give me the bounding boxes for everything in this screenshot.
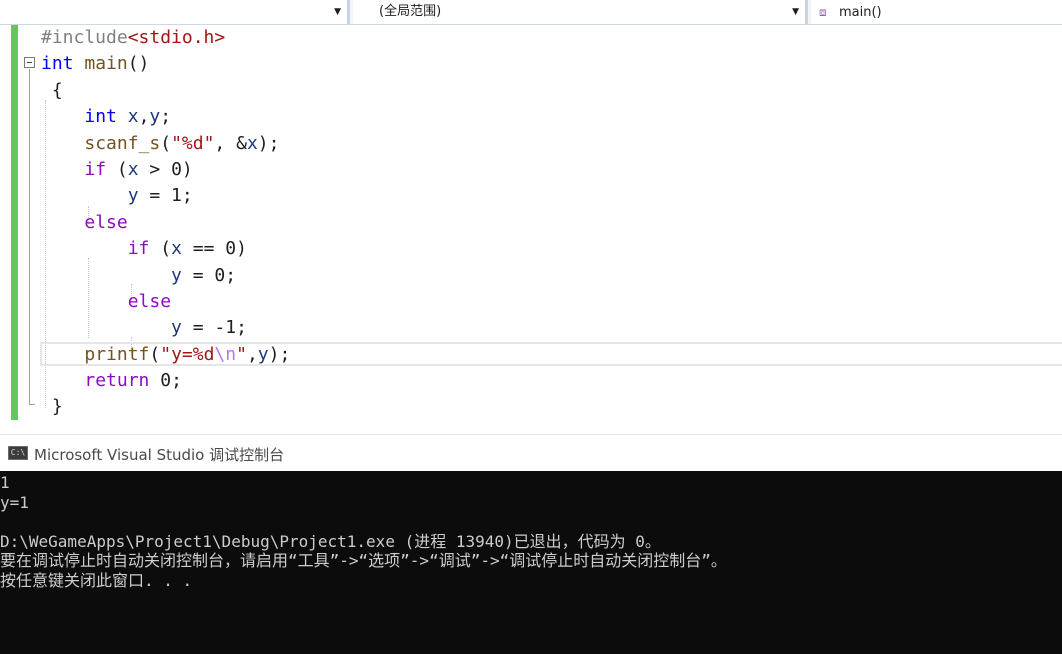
console-output-area[interactable]: 1 y=1 D:\WeGameApps\Project1\Debug\Project… (0, 471, 1062, 654)
code-token: int (84, 106, 117, 128)
code-line[interactable]: printf("y=%d\n",y); (41, 342, 290, 368)
code-token: = 1; (138, 185, 193, 207)
code-token: == 0) (181, 238, 247, 260)
outline-line (29, 69, 30, 405)
code-token: int (41, 53, 74, 75)
chevron-down-icon[interactable]: ▼ (334, 0, 341, 24)
code-token: scanf_s (84, 132, 161, 154)
code-token: #include (41, 27, 128, 48)
console-output: 1 y=1 D:\WeGameApps\Project1\Debug\Project… (0, 473, 727, 590)
code-token: ( (149, 343, 161, 365)
code-token: x (127, 106, 139, 128)
code-token: return (84, 370, 150, 392)
console-title: Microsoft Visual Studio 调试控制台 (34, 446, 285, 464)
code-token: x (127, 158, 139, 180)
member-dropdown-label: main() (839, 5, 882, 20)
code-token: = 0; (181, 264, 237, 286)
code-line[interactable]: else (41, 289, 290, 315)
outline-line-end (29, 404, 35, 405)
code-token: ; (160, 106, 172, 128)
code-token: main (84, 53, 128, 75)
code-token: y (257, 343, 269, 365)
code-line[interactable]: y = 0; (41, 263, 290, 289)
code-line[interactable]: y = -1; (41, 315, 290, 341)
code-line[interactable]: scanf_s("%d", &x); (41, 131, 290, 157)
code-token: x (171, 238, 182, 260)
code-token: { (41, 79, 63, 101)
code-token: ); (257, 132, 280, 154)
code-token: " (236, 343, 247, 365)
code-token: ( (160, 132, 172, 154)
code-line[interactable]: if (x == 0) (41, 236, 290, 262)
code-token: else (84, 211, 128, 233)
code-line[interactable]: y = 1; (41, 183, 290, 209)
code-token: \n (214, 343, 237, 365)
console-app-icon: C:\ (8, 446, 28, 460)
code-text[interactable]: #include<stdio.h> int main() { int x,y; s… (41, 25, 290, 421)
code-token: () (127, 53, 150, 75)
code-token: ( (106, 158, 128, 180)
code-token: "%d" (171, 132, 215, 154)
code-token: printf (84, 343, 150, 365)
code-line[interactable]: if (x > 0) (41, 157, 290, 183)
code-token: > 0) (138, 158, 193, 180)
code-line[interactable]: int main() (41, 51, 290, 77)
console-line: 按任意键关闭此窗口. . . (0, 570, 193, 590)
code-line[interactable]: { (41, 78, 290, 104)
code-token: 0; (149, 370, 182, 392)
code-token: y (171, 264, 182, 286)
code-token: y (171, 317, 182, 339)
code-token: x (246, 132, 258, 154)
code-token: } (41, 396, 63, 418)
console-line: y=1 (0, 492, 29, 512)
console-line: 1 (0, 473, 10, 492)
scope-dropdown-label: (全局范围) (379, 4, 442, 19)
code-token: , (138, 106, 150, 128)
code-token: ( (149, 238, 172, 260)
code-token: y (127, 185, 139, 207)
method-cube-icon: ⧈ (819, 5, 827, 19)
code-editor[interactable]: #include<stdio.h> int main() { int x,y; s… (0, 25, 1062, 433)
code-token: y (149, 106, 161, 128)
code-token: if (84, 158, 107, 180)
chevron-down-icon[interactable]: ▼ (792, 0, 799, 24)
code-line[interactable]: return 0; (41, 368, 290, 394)
code-line[interactable]: else (41, 210, 290, 236)
code-token: ); (268, 343, 291, 365)
collapse-outline-icon[interactable] (24, 57, 35, 68)
code-token: else (127, 290, 172, 312)
code-token: , (246, 343, 258, 365)
member-dropdown[interactable]: ⧈ main() (811, 0, 1062, 24)
code-token: <stdio.h> (127, 27, 226, 48)
code-token: "y=%d (160, 343, 215, 365)
console-title-bar: C:\ Microsoft Visual Studio 调试控制台 (0, 434, 1062, 472)
console-line: D:\WeGameApps\Project1\Debug\Project1.ex… (0, 531, 661, 551)
navigation-bar: ▼ (全局范围) ▼ ⧈ main() (0, 0, 1062, 25)
change-tracking-bar (11, 25, 18, 420)
code-token: = -1; (181, 317, 247, 339)
scope-dropdown[interactable]: (全局范围) ▼ (353, 0, 808, 24)
code-line[interactable]: #include<stdio.h> (41, 25, 290, 51)
code-token: , & (214, 132, 247, 154)
console-line: 要在调试停止时自动关闭控制台，请启用“工具”->“选项”->“调试”->“调试停… (0, 551, 727, 570)
code-token: if (127, 238, 150, 260)
code-line[interactable]: int x,y; (41, 104, 290, 130)
code-line[interactable]: } (41, 394, 290, 420)
project-dropdown[interactable]: ▼ (0, 0, 350, 24)
